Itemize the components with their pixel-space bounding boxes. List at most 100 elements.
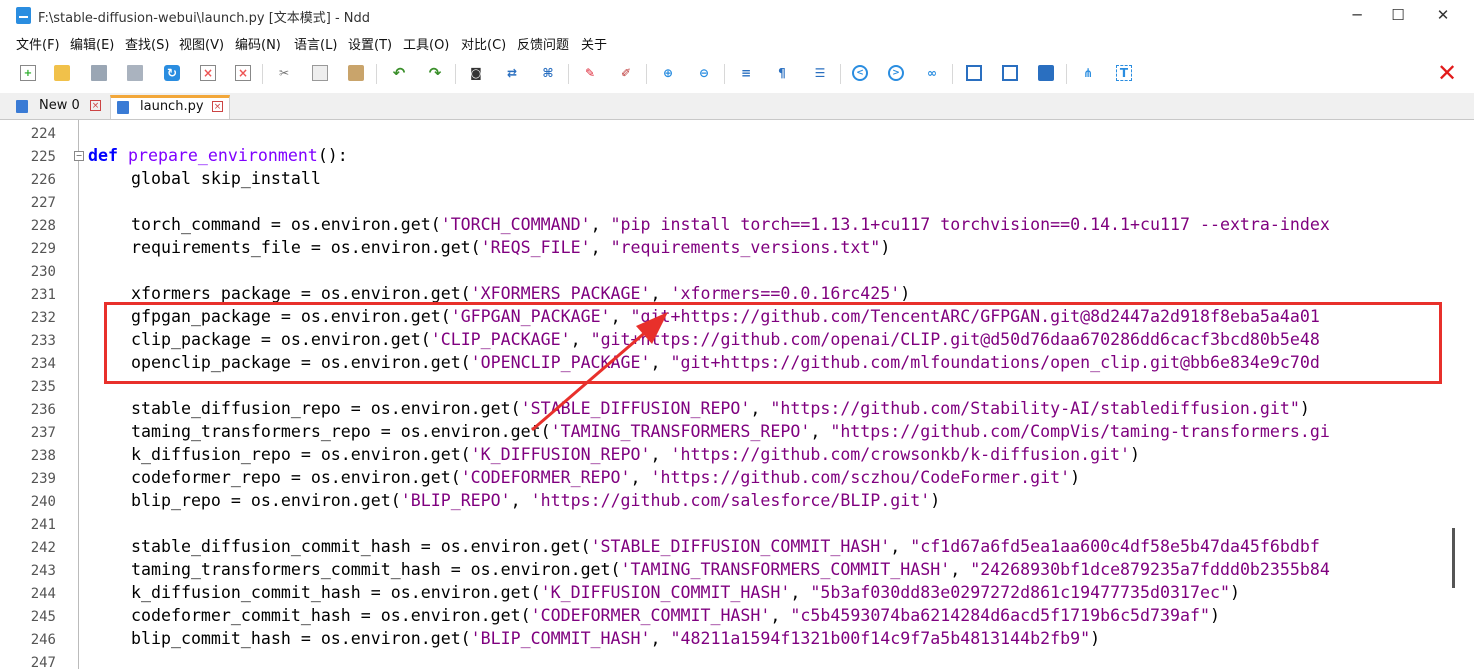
code-line[interactable]: k_diffusion_repo = os.environ.get('K_DIF…: [131, 445, 1140, 464]
line-number: 235: [30, 379, 56, 395]
indent-guide-icon[interactable]: ☰: [812, 65, 828, 81]
tab-label: launch.py: [140, 99, 204, 114]
app-icon: [16, 7, 31, 24]
compare-file-icon[interactable]: [1002, 65, 1018, 81]
line-number: 232: [30, 310, 56, 326]
compare-dir-icon[interactable]: [966, 65, 982, 81]
zoom-in-icon[interactable]: ⊕: [660, 65, 676, 81]
tab-new-0[interactable]: New 0 ×: [0, 95, 108, 119]
close-file-icon[interactable]: ×: [200, 65, 216, 81]
open-file-icon[interactable]: [54, 65, 70, 81]
prev-icon[interactable]: <: [852, 65, 868, 81]
code-line[interactable]: blip_commit_hash = os.environ.get('BLIP_…: [131, 629, 1100, 648]
line-number: 243: [30, 563, 56, 579]
tree-icon[interactable]: ⋔: [1080, 65, 1096, 81]
menu-about[interactable]: 关于: [581, 34, 607, 53]
menu-language[interactable]: 语言(L): [294, 34, 337, 53]
menu-tools[interactable]: 工具(O): [403, 34, 449, 53]
code-line[interactable]: requirements_file = os.environ.get('REQS…: [131, 238, 890, 257]
menu-file[interactable]: 文件(F): [16, 34, 60, 53]
line-number: 238: [30, 448, 56, 464]
menu-feedback[interactable]: 反馈问题: [517, 34, 569, 53]
line-number: 241: [30, 517, 56, 533]
tab-launch-py[interactable]: launch.py ×: [110, 95, 230, 119]
toolbar: + ↻ × × ✂ ↶ ↷ ◙ ⇄ ⌘ ✎ ✐ ⊕ ⊖ ≡ ¶ ☰ < > ∞ …: [0, 56, 1474, 90]
paste-icon[interactable]: [348, 65, 364, 81]
maximize-button[interactable]: ☐: [1375, 0, 1421, 30]
save-all-icon[interactable]: [127, 65, 143, 81]
code-line[interactable]: xformers_package = os.environ.get('XFORM…: [131, 284, 910, 303]
minimize-button[interactable]: ─: [1334, 0, 1380, 30]
toolbar-separator: [724, 64, 725, 84]
next-icon[interactable]: >: [888, 65, 904, 81]
binary-compare-icon[interactable]: [1038, 65, 1054, 81]
menu-settings[interactable]: 设置(T): [348, 34, 392, 53]
line-number: 228: [30, 218, 56, 234]
line-number: 242: [30, 540, 56, 556]
tab-close-icon[interactable]: ×: [212, 101, 223, 112]
close-window-button[interactable]: ✕: [1420, 0, 1466, 30]
code-line[interactable]: torch_command = os.environ.get('TORCH_CO…: [131, 215, 1330, 234]
fold-guide: [78, 120, 79, 669]
tab-label: New 0: [39, 98, 80, 113]
menu-encoding[interactable]: 编码(N): [235, 34, 281, 53]
vertical-scrollbar[interactable]: [1446, 120, 1474, 669]
window-title: F:\stable-diffusion-webui\launch.py [文本模…: [38, 11, 371, 26]
toolbar-separator: [840, 64, 841, 84]
code-line[interactable]: taming_transformers_repo = os.environ.ge…: [131, 422, 1330, 441]
line-number: 230: [30, 264, 56, 280]
line-number: 240: [30, 494, 56, 510]
tab-close-icon[interactable]: ×: [90, 100, 101, 111]
line-number: 226: [30, 172, 56, 188]
menu-edit[interactable]: 编辑(E): [70, 34, 114, 53]
line-number: 236: [30, 402, 56, 418]
code-line[interactable]: taming_transformers_commit_hash = os.env…: [131, 560, 1330, 579]
toolbar-separator: [262, 64, 263, 84]
code-line[interactable]: codeformer_commit_hash = os.environ.get(…: [131, 606, 1220, 625]
show-symbols-icon[interactable]: ¶: [774, 65, 790, 81]
code-line[interactable]: global skip_install: [131, 169, 321, 188]
toolbar-separator: [646, 64, 647, 84]
menu-view[interactable]: 视图(V): [179, 34, 224, 53]
undo-icon[interactable]: ↶: [391, 64, 407, 82]
reload-icon[interactable]: ↻: [164, 65, 180, 81]
text-mode-icon[interactable]: T: [1116, 65, 1132, 81]
code-line[interactable]: stable_diffusion_commit_hash = os.enviro…: [131, 537, 1320, 556]
code-line[interactable]: codeformer_repo = os.environ.get('CODEFO…: [131, 468, 1080, 487]
line-number: 233: [30, 333, 56, 349]
code-line[interactable]: stable_diffusion_repo = os.environ.get('…: [131, 399, 1310, 418]
new-file-icon[interactable]: +: [20, 65, 36, 81]
clear-mark-icon[interactable]: ✐: [618, 65, 634, 81]
highlight-icon[interactable]: ✎: [582, 65, 598, 81]
line-number: 224: [30, 126, 56, 142]
code-line[interactable]: blip_repo = os.environ.get('BLIP_REPO', …: [131, 491, 940, 510]
cut-icon[interactable]: ✂: [276, 65, 292, 81]
find-icon[interactable]: ◙: [468, 65, 484, 81]
code-line[interactable]: k_diffusion_commit_hash = os.environ.get…: [131, 583, 1240, 602]
save-icon[interactable]: [91, 65, 107, 81]
toolbar-separator: [376, 64, 377, 84]
tab-bar: New 0 × launch.py ×: [0, 93, 1474, 120]
scrollbar-thumb[interactable]: [1452, 528, 1455, 588]
line-number: 231: [30, 287, 56, 303]
redo-icon[interactable]: ↷: [427, 64, 443, 82]
close-all-icon[interactable]: ×: [235, 65, 251, 81]
line-number: 244: [30, 586, 56, 602]
menu-find[interactable]: 查找(S): [125, 34, 169, 53]
close-document-icon[interactable]: ✕: [1436, 59, 1458, 87]
word-wrap-icon[interactable]: ≡: [738, 65, 754, 81]
copy-icon[interactable]: [312, 65, 328, 81]
replace-icon[interactable]: ⇄: [504, 65, 520, 81]
toolbar-separator: [952, 64, 953, 84]
fold-toggle-icon[interactable]: −: [74, 151, 84, 161]
bookmark-icon[interactable]: ∞: [924, 65, 940, 81]
code-line[interactable]: def prepare_environment():: [88, 146, 348, 165]
line-number: 246: [30, 632, 56, 648]
mark-icon[interactable]: ⌘: [540, 65, 556, 81]
toolbar-separator: [455, 64, 456, 84]
line-number: 227: [30, 195, 56, 211]
menu-compare[interactable]: 对比(C): [461, 34, 506, 53]
code-editor[interactable]: − 224 225 def prepare_environment(): 226 glo…: [0, 120, 1474, 671]
line-number: 229: [30, 241, 56, 257]
zoom-out-icon[interactable]: ⊖: [696, 65, 712, 81]
